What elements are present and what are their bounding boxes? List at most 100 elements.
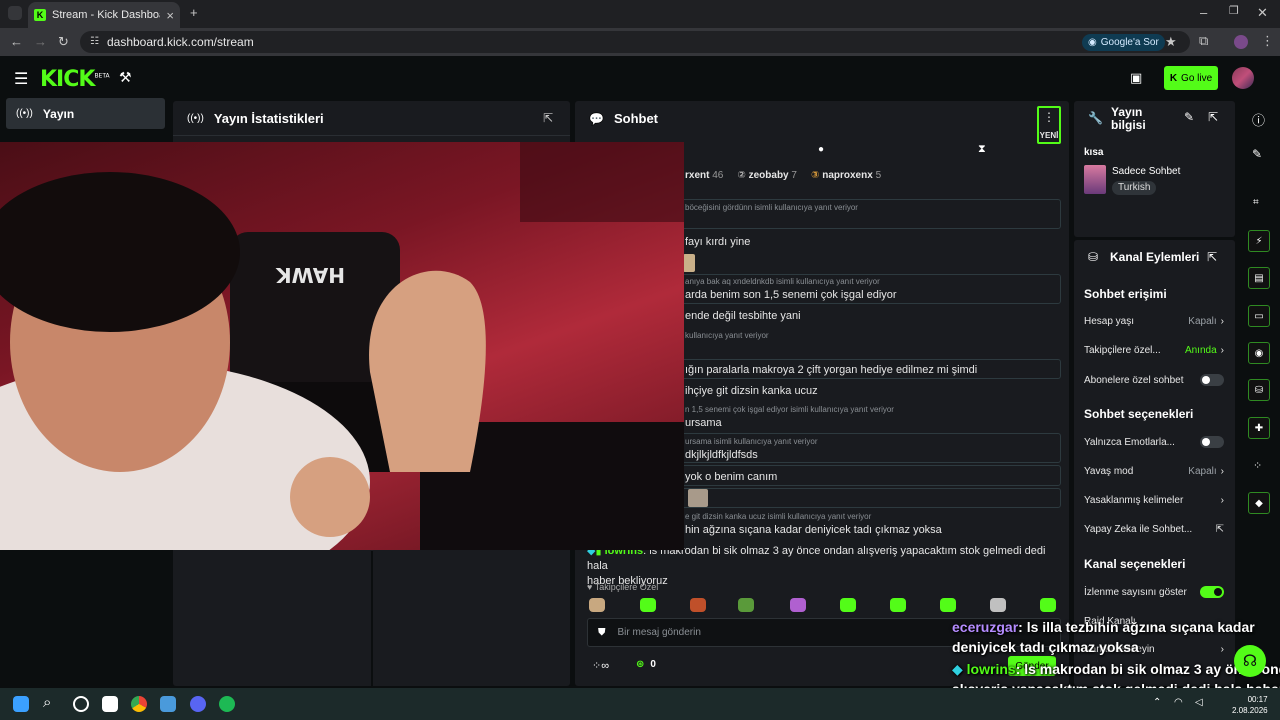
category-thumbnail[interactable]: [1084, 165, 1106, 194]
rail-chat-icon[interactable]: ▭: [1248, 305, 1270, 327]
chevron-right-icon: ›: [1220, 495, 1224, 506]
reply-context: anıya bak aq xndeldnkdb isimli kullanıcı…: [685, 277, 880, 286]
emote-icon[interactable]: [738, 598, 754, 612]
google-lens-icon: ◉: [1088, 37, 1097, 48]
search-icon[interactable]: ⌕: [43, 694, 51, 711]
sidebar-item-yayin[interactable]: ((•)) Yayın: [6, 98, 165, 129]
rail-document-icon[interactable]: ▤: [1248, 267, 1270, 289]
leader-count: 46: [712, 170, 724, 181]
forward-icon[interactable]: →: [34, 35, 47, 48]
address-bar[interactable]: ☷ dashboard.kick.com/stream: [80, 31, 1190, 53]
app-icon[interactable]: [73, 696, 89, 712]
row-slow-mode[interactable]: Yavaş mod Kapalı ›: [1084, 466, 1224, 477]
hourglass-icon[interactable]: ⧗: [978, 143, 986, 156]
webcam-image: HAWK: [0, 142, 684, 550]
discord-icon[interactable]: [190, 696, 206, 712]
kick-coin-icon: ⊛: [636, 659, 645, 670]
popout-icon[interactable]: ⇱: [1207, 250, 1217, 264]
go-live-button[interactable]: K Go live: [1164, 66, 1218, 90]
crop-icon[interactable]: ⌗: [1253, 197, 1259, 208]
rail-dots-icon[interactable]: ⁘: [1253, 459, 1262, 472]
emote-icon[interactable]: [690, 598, 706, 612]
google-ask-chip[interactable]: ◉ Google'a Sor: [1082, 34, 1165, 51]
emote-icon[interactable]: [840, 598, 856, 612]
rail-lightning-icon[interactable]: ⚡: [1248, 230, 1270, 252]
browser-menu-icon[interactable]: ⋮: [1261, 34, 1274, 47]
profile-icon[interactable]: [1234, 35, 1248, 49]
row-ai-chat[interactable]: Yapay Zeka ile Sohbet... ⇱: [1084, 524, 1224, 535]
tab-search-icon[interactable]: [8, 6, 22, 20]
chat-settings-icon[interactable]: ⁘∞: [592, 659, 609, 672]
language-tag: Turkish: [1112, 181, 1157, 195]
chevron-right-icon: ›: [1220, 466, 1224, 477]
spotify-icon[interactable]: [219, 696, 235, 712]
leader-3[interactable]: ③ naproxenx 5: [811, 170, 881, 181]
rail-actions-icon[interactable]: ⛁: [1248, 379, 1270, 401]
rail-broadcast-icon[interactable]: ◉: [1248, 342, 1270, 364]
tray-chevron-icon[interactable]: ⌃: [1153, 697, 1161, 708]
beta-badge: BETA: [94, 72, 110, 80]
info-icon[interactable]: ⓘ: [1252, 110, 1265, 129]
leader-2[interactable]: ② zeobaby 7: [737, 170, 797, 181]
emote-icon[interactable]: [990, 598, 1006, 612]
category-name[interactable]: Sadece Sohbet: [1112, 166, 1180, 177]
tab-title: Stream - Kick Dashboard: [52, 9, 160, 21]
chat-menu-button[interactable]: ⋮ YENİ: [1037, 106, 1061, 144]
leader-1[interactable]: rxent 46: [685, 170, 723, 181]
rail-gem-icon[interactable]: ◆: [1248, 492, 1270, 514]
clock[interactable]: 00:17 2.08.2026: [1232, 694, 1268, 716]
extensions-icon[interactable]: ⧉: [1199, 34, 1208, 47]
row-followers-only[interactable]: Takipçilere özel... Anında ›: [1084, 345, 1224, 356]
show-viewers-toggle[interactable]: [1200, 586, 1224, 598]
emote-icon[interactable]: [589, 598, 605, 612]
emote-icon[interactable]: [890, 598, 906, 612]
popout-icon[interactable]: ⇱: [543, 111, 553, 125]
windows-start-icon[interactable]: [13, 696, 29, 712]
new-tab-icon[interactable]: +: [190, 6, 198, 19]
support-icon[interactable]: ☊: [1234, 645, 1266, 677]
maximize-icon[interactable]: ❐: [1229, 6, 1239, 17]
divider: [371, 551, 373, 686]
window-close-icon[interactable]: ✕: [1257, 6, 1268, 19]
emote-icon[interactable]: [790, 598, 806, 612]
leader-name: zeobaby: [748, 170, 789, 181]
emote-only-toggle[interactable]: [1200, 436, 1224, 448]
chat-image-thumb[interactable]: [683, 254, 695, 272]
rail-wrench-icon[interactable]: ✚: [1248, 417, 1270, 439]
minimize-icon[interactable]: –: [1200, 6, 1207, 19]
kick-logo[interactable]: KICKBETA: [40, 67, 110, 92]
actions-icon: ⛁: [1088, 250, 1099, 264]
hamburger-menu-icon[interactable]: ☰: [14, 69, 28, 89]
tools-icon[interactable]: ⚒: [119, 69, 132, 86]
chat-message: ığın paralarla makroya 2 çift yorgan hed…: [685, 364, 978, 376]
chat-tab-icon[interactable]: ●: [818, 144, 824, 155]
tab-close-icon[interactable]: ×: [166, 9, 174, 22]
emote-icon[interactable]: [640, 598, 656, 612]
browser-tab[interactable]: K Stream - Kick Dashboard ×: [28, 2, 180, 28]
browser-tab-bar: K Stream - Kick Dashboard × + – ❐ ✕: [0, 0, 1280, 28]
bookmark-star-icon[interactable]: ★: [1165, 35, 1177, 48]
popout-icon[interactable]: ⇱: [1208, 110, 1218, 124]
emote-icon[interactable]: [1040, 598, 1056, 612]
reload-icon[interactable]: ↻: [58, 35, 69, 48]
row-account-age[interactable]: Hesap yaşı Kapalı ›: [1084, 316, 1224, 327]
volume-icon[interactable]: ◁: [1195, 697, 1203, 708]
camera-icon[interactable]: ▣: [1130, 70, 1142, 86]
site-info-icon[interactable]: ☷: [90, 37, 99, 47]
chat-image-thumb[interactable]: [688, 489, 708, 507]
broadcast-icon: ((•)): [16, 108, 33, 119]
emote-icon[interactable]: [940, 598, 956, 612]
edit-icon[interactable]: ✎: [1184, 110, 1194, 124]
back-icon[interactable]: ←: [10, 35, 23, 48]
subs-only-toggle[interactable]: [1200, 374, 1224, 386]
app-icon[interactable]: [160, 696, 176, 712]
wifi-icon[interactable]: ◠: [1174, 697, 1183, 708]
chrome-icon[interactable]: [131, 696, 147, 712]
user-avatar[interactable]: [1232, 67, 1254, 89]
row-subs-only: Abonelere özel sohbet: [1084, 374, 1224, 386]
divider: [173, 135, 570, 136]
edit-icon[interactable]: ✎: [1252, 147, 1262, 161]
row-banned-words[interactable]: Yasaklanmış kelimeler ›: [1084, 495, 1224, 506]
capcut-icon[interactable]: [102, 696, 118, 712]
kick-points[interactable]: ⊛ 0: [636, 659, 656, 670]
